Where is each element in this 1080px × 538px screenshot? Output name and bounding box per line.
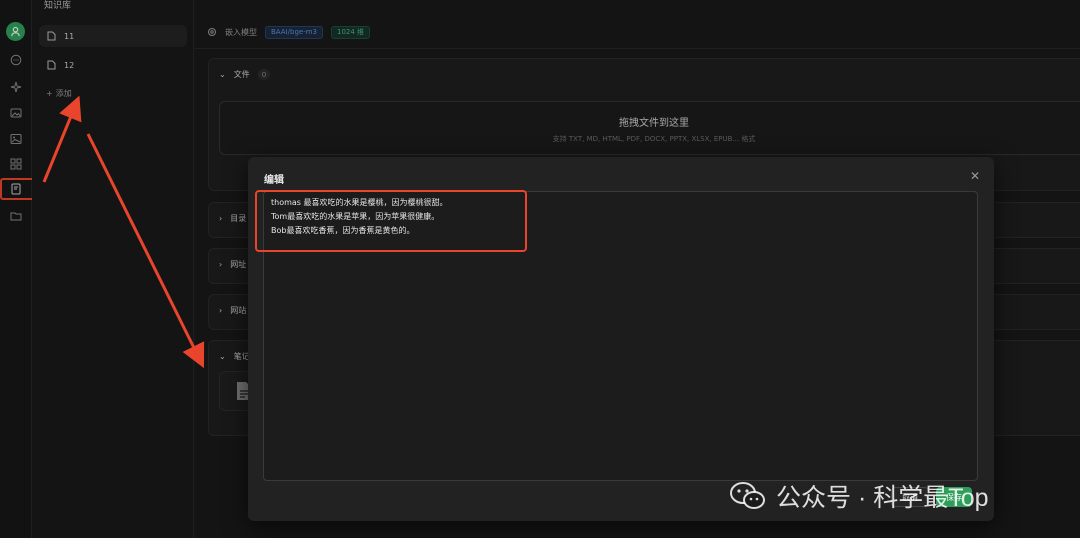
arrow-to-notes: [86, 133, 205, 369]
watermark: 公众号 · 科学最Top: [728, 478, 989, 514]
watermark-text: 公众号 · 科学最Top: [776, 484, 989, 512]
annotation-arrows: [42, 95, 205, 369]
wechat-logo-icon: [730, 482, 765, 509]
arrow-to-add: [42, 95, 82, 183]
